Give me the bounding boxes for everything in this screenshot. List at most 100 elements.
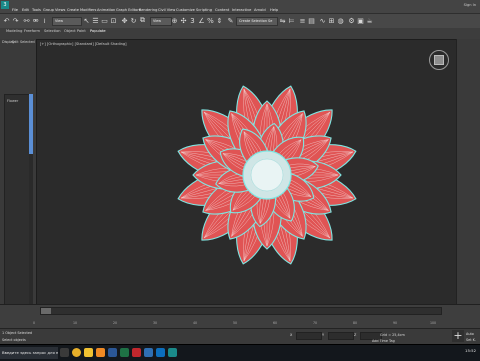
menu-views[interactable]: Views — [55, 8, 65, 12]
timeline: 0 10 20 30 40 50 60 70 80 90 100 — [0, 304, 480, 329]
scene-explorer: Display Edit Selected Flower — [0, 39, 37, 326]
menu-graph-editors[interactable]: Graph Editors — [116, 8, 141, 12]
tab-freeform[interactable]: Freeform — [24, 29, 40, 33]
toggle-ribbon-icon[interactable]: ▤ — [307, 16, 316, 25]
render-frame-icon[interactable]: ▣ — [356, 16, 365, 25]
menu-civil-view[interactable]: Civil View — [158, 8, 175, 12]
menu-arnold[interactable]: Arnold — [254, 8, 266, 12]
x-coordinate-field[interactable] — [296, 332, 322, 340]
render-setup-icon[interactable]: ⚙ — [347, 16, 356, 25]
menu-scripting[interactable]: Scripting — [196, 8, 212, 12]
redo-icon[interactable]: ↷ — [11, 16, 20, 25]
tab-edit[interactable]: Edit — [12, 40, 19, 44]
tick-70: 70 — [313, 321, 318, 325]
tick-90: 90 — [393, 321, 398, 325]
scene-tree[interactable]: Flower — [4, 94, 30, 326]
menu-animation[interactable]: Animation — [97, 8, 115, 12]
tab-modeling[interactable]: Modeling — [6, 29, 22, 33]
app-logo: 3 — [1, 1, 9, 9]
align-icon[interactable]: ⊨ — [287, 16, 296, 25]
bind-icon[interactable]: ≀ — [40, 16, 49, 25]
snaps-icon[interactable]: 3 — [188, 16, 197, 25]
tab-selection[interactable]: Selection — [44, 29, 61, 33]
window-crossing-icon[interactable]: ⊡ — [109, 16, 118, 25]
tab-populate[interactable]: Populate — [90, 29, 106, 33]
taskbar: Введите здесь запрос для поиска 15:52 — [0, 344, 480, 361]
selection-filter-dropdown[interactable]: View — [52, 17, 82, 26]
spinner-snap-icon[interactable]: ⇕ — [215, 16, 224, 25]
menu-customize[interactable]: Customize — [176, 8, 195, 12]
excel-icon[interactable] — [120, 348, 129, 357]
y-label: Y — [322, 333, 325, 337]
menu-file[interactable]: File — [12, 8, 18, 12]
unlink-icon[interactable]: ⚮ — [31, 16, 40, 25]
vlc-icon[interactable] — [96, 348, 105, 357]
taskbar-search-input[interactable]: Введите здесь запрос для поиска — [0, 347, 58, 359]
undo-icon[interactable]: ↶ — [2, 16, 11, 25]
prompt-line: Select objects — [2, 338, 26, 342]
time-slider[interactable] — [40, 307, 442, 315]
status-bar: 1 Object Selected Select objects X Y Z G… — [0, 328, 480, 345]
menu-group[interactable]: Group — [43, 8, 54, 12]
taskbar-clock: 15:52 — [465, 348, 476, 353]
photoshop-icon[interactable] — [144, 348, 153, 357]
curve-editor-icon[interactable]: ∿ — [318, 16, 327, 25]
selection-status: 1 Object Selected — [2, 331, 33, 335]
mirror-icon[interactable]: ⇋ — [278, 16, 287, 25]
add-button[interactable]: + — [452, 330, 464, 342]
tab-object-paint[interactable]: Object Paint — [64, 29, 86, 33]
add-time-tag[interactable]: Add Time Tag — [372, 339, 395, 343]
move-icon[interactable]: ✥ — [120, 16, 129, 25]
scale-icon[interactable]: ⧉ — [138, 16, 147, 25]
edge-icon[interactable] — [156, 348, 165, 357]
menu-modifiers[interactable]: Modifiers — [80, 8, 96, 12]
tick-100: 100 — [430, 321, 437, 325]
edit-named-sel-icon[interactable]: ✎ — [226, 16, 235, 25]
chrome-icon[interactable] — [72, 348, 81, 357]
3dsmax-icon[interactable] — [168, 348, 177, 357]
render-icon[interactable]: ☕ — [365, 16, 374, 25]
select-icon[interactable]: ↖ — [82, 16, 91, 25]
tick-10: 10 — [73, 321, 78, 325]
tick-50: 50 — [233, 321, 238, 325]
menu-interactive[interactable]: Interactive — [232, 8, 251, 12]
menu-tools[interactable]: Tools — [32, 8, 41, 12]
select-by-name-icon[interactable]: ☰ — [91, 16, 100, 25]
material-editor-icon[interactable]: ◍ — [336, 16, 345, 25]
tab-selected[interactable]: Selected — [20, 40, 35, 44]
layer-icon[interactable]: ≡ — [298, 16, 307, 25]
set-key-button[interactable]: Set K. — [466, 338, 476, 342]
menu-help[interactable]: Help — [270, 8, 278, 12]
menu-rendering[interactable]: Rendering — [139, 8, 157, 12]
task-view-icon[interactable] — [60, 348, 69, 357]
tick-40: 40 — [193, 321, 198, 325]
menu-bar: 3 File Edit Tools Group Views Create Mod… — [0, 0, 480, 14]
viewport[interactable]: [+] [Orthographic] [Standard] [Default S… — [36, 39, 458, 306]
main-toolbar: ↶ ↷ ⚯ ⚮ ≀ View ↖ ☰ ▭ ⊡ ✥ ↻ ⧉ View ⊕ ✣ 3 … — [0, 14, 480, 29]
word-icon[interactable] — [108, 348, 117, 357]
percent-snap-icon[interactable]: % — [206, 16, 215, 25]
acrobat-icon[interactable] — [132, 348, 141, 357]
auto-key-button[interactable]: Auto — [466, 332, 474, 336]
reference-coord-dropdown[interactable]: View — [150, 17, 172, 26]
region-select-icon[interactable]: ▭ — [100, 16, 109, 25]
selection-set-dropdown[interactable]: Create Selection Se — [236, 17, 278, 26]
sign-in-link[interactable]: Sign In — [464, 3, 476, 7]
tick-30: 30 — [153, 321, 158, 325]
flower-object[interactable] — [37, 40, 457, 305]
command-panel — [456, 39, 480, 311]
rotate-icon[interactable]: ↻ — [129, 16, 138, 25]
link-icon[interactable]: ⚯ — [22, 16, 31, 25]
tick-0: 0 — [33, 321, 36, 325]
scene-scrollbar[interactable] — [29, 94, 33, 324]
menu-edit[interactable]: Edit — [22, 8, 29, 12]
menu-content[interactable]: Content — [215, 8, 229, 12]
angle-snap-icon[interactable]: ∠ — [197, 16, 206, 25]
select-manipulate-icon[interactable]: ✣ — [179, 16, 188, 25]
pivot-icon[interactable]: ⊕ — [170, 16, 179, 25]
menu-create[interactable]: Create — [67, 8, 79, 12]
schematic-icon[interactable]: ⊞ — [327, 16, 336, 25]
tree-item-flower[interactable]: Flower — [7, 99, 18, 103]
explorer-icon[interactable] — [84, 348, 93, 357]
y-coordinate-field[interactable] — [328, 332, 354, 340]
